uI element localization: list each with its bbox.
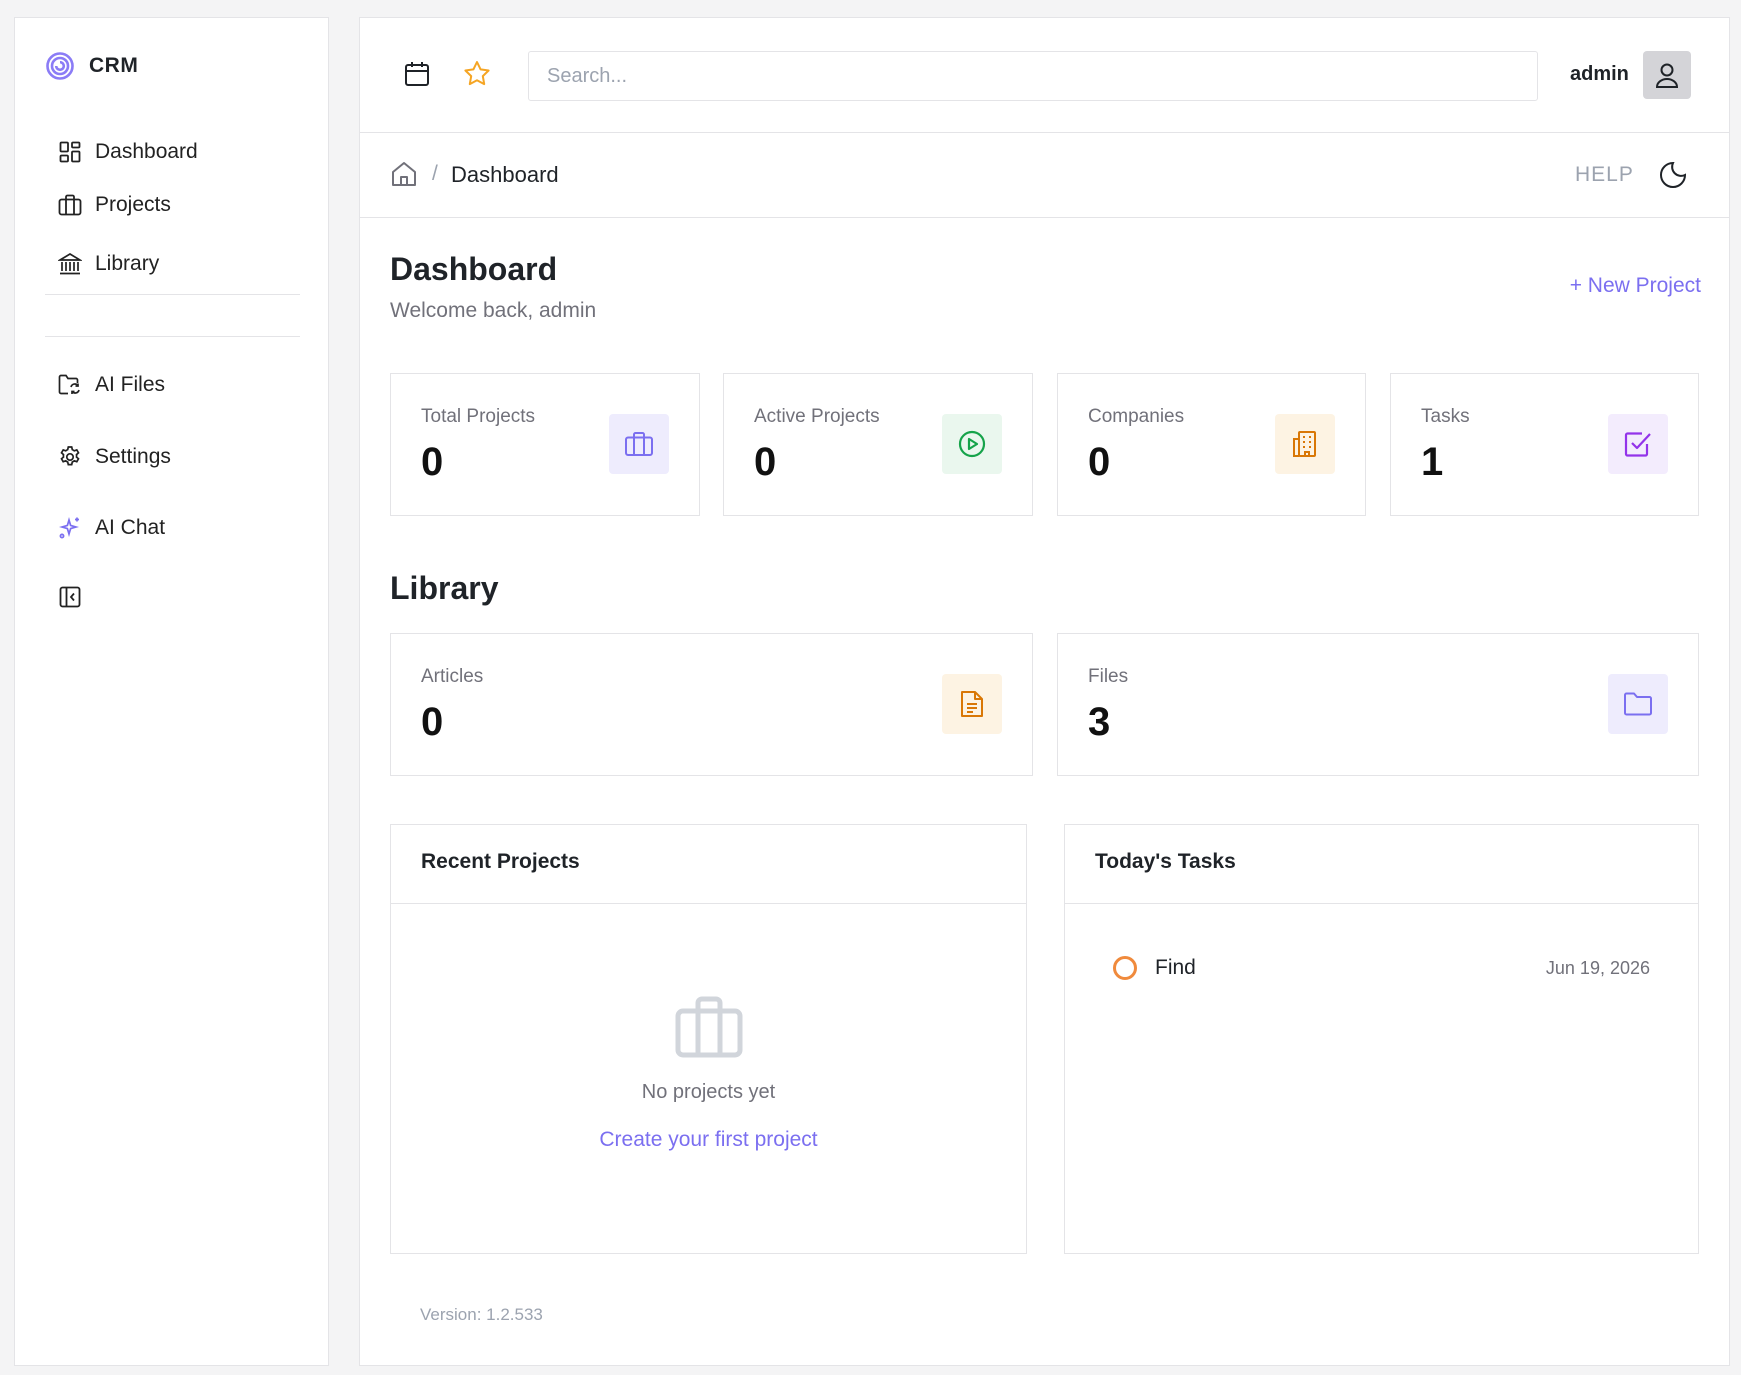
recent-projects-panel: Recent Projects No projects yet Create y… [390, 824, 1027, 1254]
breadcrumb-separator: / [432, 162, 438, 185]
sidebar-collapse-button[interactable] [57, 584, 95, 610]
library-section-title: Library [390, 570, 499, 606]
stat-value: 3 [1088, 700, 1111, 744]
page-title: Dashboard [390, 251, 558, 287]
play-circle-icon [942, 414, 1002, 474]
sidebar-item-library[interactable]: Library [57, 251, 159, 277]
panel-title: Today's Tasks [1065, 825, 1698, 904]
stat-value: 0 [421, 440, 444, 484]
main-panel: admin / Dashboard HELP [359, 17, 1730, 1366]
folder-icon [1608, 674, 1668, 734]
sidebar-item-label: AI Chat [95, 516, 166, 539]
gear-icon [57, 444, 83, 470]
sidebar-item-label: Settings [95, 445, 171, 468]
avatar[interactable] [1643, 51, 1691, 99]
check-square-icon [1608, 414, 1668, 474]
stat-label: Total Projects [421, 406, 536, 427]
briefcase-icon [674, 995, 744, 1059]
sidebar-divider [45, 294, 300, 295]
briefcase-icon [609, 414, 669, 474]
sidebar: CRM Dashboard Projects Library AI Files … [14, 17, 329, 1366]
breadcrumb: / Dashboard HELP [360, 134, 1729, 218]
stat-card-files[interactable]: Files 3 [1057, 633, 1699, 776]
create-first-project-link[interactable]: Create your first project [599, 1128, 817, 1152]
welcome-message: Welcome back, admin [390, 299, 597, 322]
dashboard-grid-icon [57, 139, 83, 165]
empty-state: No projects yet Create your first projec… [391, 995, 1026, 1152]
stat-value: 0 [1088, 440, 1111, 484]
dark-mode-toggle[interactable] [1658, 160, 1688, 190]
search-input[interactable] [528, 51, 1538, 101]
stat-value: 0 [754, 440, 777, 484]
stat-label: Articles [421, 666, 484, 687]
sidebar-item-label: Projects [95, 193, 171, 216]
panel-title: Recent Projects [391, 825, 1026, 904]
sparkles-icon [57, 515, 83, 541]
todays-tasks-panel: Today's Tasks Find Jun 19, 2026 [1064, 824, 1699, 1254]
home-icon[interactable] [390, 160, 418, 188]
user-name: admin [1570, 63, 1629, 85]
empty-message: No projects yet [641, 1081, 776, 1103]
version-label: Version: 1.2.533 [420, 1305, 543, 1324]
help-link[interactable]: HELP [1575, 163, 1634, 187]
stat-card-companies[interactable]: Companies 0 [1057, 373, 1366, 516]
sidebar-item-label: Library [95, 252, 160, 275]
brand[interactable]: CRM [45, 51, 138, 81]
user-icon [1654, 61, 1680, 89]
sidebar-item-settings[interactable]: Settings [57, 444, 171, 470]
new-project-button[interactable]: + New Project [1570, 274, 1701, 298]
sidebar-item-dashboard[interactable]: Dashboard [57, 139, 198, 165]
spiral-logo-icon [45, 51, 75, 81]
sidebar-item-ai-files[interactable]: AI Files [57, 372, 165, 398]
breadcrumb-current: Dashboard [451, 162, 559, 187]
library-icon [57, 251, 83, 277]
stat-card-active-projects[interactable]: Active Projects 0 [723, 373, 1033, 516]
ai-files-icon [57, 372, 83, 398]
list-item[interactable]: Find Jun 19, 2026 [1113, 953, 1650, 983]
favorites-button[interactable] [460, 57, 494, 91]
document-icon [942, 674, 1002, 734]
stat-card-tasks[interactable]: Tasks 1 [1390, 373, 1699, 516]
sidebar-collapse-icon [57, 584, 83, 610]
top-bar: admin [360, 18, 1729, 133]
sidebar-item-projects[interactable]: Projects [57, 192, 171, 218]
stat-label: Files [1088, 666, 1129, 687]
sidebar-item-label: AI Files [95, 373, 166, 396]
sidebar-divider [45, 336, 300, 337]
stat-label: Companies [1088, 406, 1185, 427]
sidebar-item-label: Dashboard [95, 140, 198, 163]
task-title: Find [1155, 956, 1196, 979]
calendar-icon [403, 60, 431, 88]
briefcase-icon [57, 192, 83, 218]
stat-card-total-projects[interactable]: Total Projects 0 [390, 373, 700, 516]
stat-value: 0 [421, 700, 444, 744]
stat-label: Tasks [1421, 406, 1470, 427]
brand-name: CRM [89, 54, 139, 77]
building-icon [1275, 414, 1335, 474]
stat-value: 1 [1421, 440, 1444, 484]
sidebar-item-ai-chat[interactable]: AI Chat [57, 515, 165, 541]
task-status-circle[interactable] [1113, 956, 1137, 980]
calendar-button[interactable] [400, 57, 434, 91]
stat-card-articles[interactable]: Articles 0 [390, 633, 1033, 776]
star-icon [462, 59, 492, 89]
moon-icon [1658, 160, 1688, 190]
task-date: Jun 19, 2026 [1545, 957, 1650, 978]
stat-label: Active Projects [754, 406, 880, 427]
